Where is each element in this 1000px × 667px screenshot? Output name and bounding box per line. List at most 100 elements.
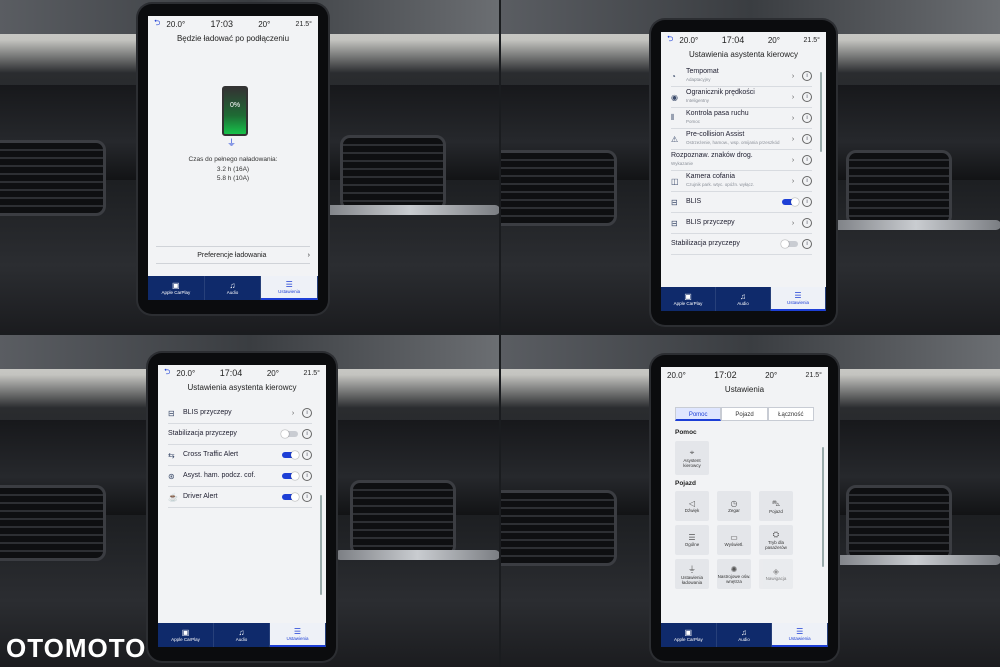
setting-row-rear-camera[interactable]: ◫ Kamera cofania Czujnik park. wtyc. opóźn… bbox=[671, 171, 812, 192]
scrollbar[interactable] bbox=[822, 447, 824, 567]
setting-row-cruise[interactable]: ◔ Tempomat Adaptacyjny › i bbox=[671, 66, 812, 87]
row-label: Stabilizacja przyczepy bbox=[168, 430, 237, 437]
tile-general[interactable]: ☰ Ogólne bbox=[675, 525, 709, 555]
tab-help[interactable]: Pomoc bbox=[675, 407, 722, 421]
cross-traffic-toggle[interactable] bbox=[282, 451, 299, 459]
sliders-icon: ☰ bbox=[688, 533, 696, 542]
reverse-brake-toggle[interactable] bbox=[282, 472, 299, 480]
driver-alert-toggle[interactable] bbox=[282, 493, 299, 501]
info-icon[interactable]: i bbox=[302, 450, 312, 460]
back-icon[interactable]: ⮌ bbox=[154, 17, 160, 31]
air-vent bbox=[0, 140, 106, 216]
tile-valet-mode[interactable]: ⛭ Tryb dla pasażerów bbox=[759, 525, 793, 555]
tile-display[interactable]: ▭ Wyświetl. bbox=[717, 525, 751, 555]
screen-display: ⮌ 20.0° 17:04 20° 21.5° Ustawienia asyst… bbox=[158, 365, 326, 647]
trailer-stability-toggle[interactable] bbox=[781, 240, 798, 248]
nav-settings[interactable]: ☰ Ustawienia bbox=[270, 623, 326, 647]
info-icon[interactable]: i bbox=[302, 492, 312, 502]
carplay-icon: ▣ bbox=[172, 281, 180, 290]
temp-mid[interactable]: 20° bbox=[768, 36, 780, 45]
nav-settings[interactable]: ☰ Ustawienia bbox=[771, 287, 826, 311]
temp-mid[interactable]: 20° bbox=[765, 371, 777, 380]
air-vent bbox=[340, 135, 446, 211]
info-icon[interactable]: i bbox=[802, 218, 812, 228]
screen-display: ⮌ 20.0° 17:03 20° 21.5° Będzie ładować p… bbox=[148, 16, 318, 300]
temp-left[interactable]: 20.0° bbox=[166, 20, 185, 29]
scrollbar[interactable] bbox=[820, 72, 822, 152]
charge-time-10a: 5.8 h (10A) bbox=[216, 175, 250, 182]
info-icon[interactable]: i bbox=[802, 92, 812, 102]
info-icon[interactable]: i bbox=[802, 113, 812, 123]
photo-panel-settings: 20.0° 17:02 20° 21.5° Ustawienia Pomoc P… bbox=[501, 335, 1000, 667]
clock: 17:04 bbox=[721, 35, 745, 45]
info-icon[interactable]: i bbox=[802, 176, 812, 186]
status-bar: ⮌ 20.0° 17:04 20° 21.5° bbox=[158, 365, 326, 381]
tile-clock[interactable]: ◷ Zegar bbox=[717, 491, 751, 521]
info-icon[interactable]: i bbox=[302, 408, 312, 418]
touchscreen: ⮌ 20.0° 17:04 20° 21.5° Ustawienia asyst… bbox=[651, 20, 836, 325]
air-vent bbox=[501, 150, 617, 226]
nav-label: Audio bbox=[738, 637, 750, 642]
nav-apple-carplay[interactable]: ▣ Apple CarPlay bbox=[158, 623, 214, 647]
tile-driver-assist[interactable]: ⌖ Asystent kierowcy bbox=[675, 441, 709, 475]
photo-panel-charging: ⮌ 20.0° 17:03 20° 21.5° Będzie ładować p… bbox=[0, 0, 499, 332]
info-icon[interactable]: i bbox=[802, 197, 812, 207]
nav-apple-carplay[interactable]: ▣ Apple CarPlay bbox=[148, 276, 205, 300]
setting-row-sign-recognition[interactable]: Rozpoznaw. znaków drog. Wykazanie › i bbox=[671, 150, 812, 171]
nav-audio[interactable]: ♫ Audio bbox=[205, 276, 262, 300]
charging-preferences-label: Preferencje ładowania bbox=[197, 251, 267, 259]
setting-row-trailer-stability[interactable]: Stabilizacja przyczepy i bbox=[168, 424, 312, 445]
row-label: Driver Alert bbox=[183, 493, 218, 500]
tile-navigation[interactable]: ◈ Nawigacja bbox=[759, 559, 793, 589]
row-sublabel: Inteligentny bbox=[686, 98, 710, 103]
temp-mid[interactable]: 20° bbox=[258, 20, 270, 29]
tile-sound[interactable]: ◁ Dźwięk bbox=[675, 491, 709, 521]
setting-row-lane-keeping[interactable]: ⫴ Kontrola pasa ruchu Pomoc › i bbox=[671, 108, 812, 129]
tab-vehicle[interactable]: Pojazd bbox=[721, 407, 768, 421]
setting-row-blis[interactable]: ⊟ BLIS i bbox=[671, 192, 812, 213]
status-bar: ⮌ 20.0° 17:04 20° 21.5° bbox=[661, 32, 826, 48]
carplay-icon: ▣ bbox=[684, 292, 692, 301]
blis-toggle[interactable] bbox=[782, 198, 799, 206]
tab-connectivity[interactable]: Łączność bbox=[767, 407, 814, 421]
nav-audio[interactable]: ♫ Audio bbox=[717, 623, 773, 647]
nav-audio[interactable]: ♫ Audio bbox=[214, 623, 270, 647]
info-icon[interactable]: i bbox=[802, 155, 812, 165]
scrollbar[interactable] bbox=[320, 495, 322, 595]
setting-row-trailer-blis[interactable]: ⊟ BLIS przyczepy › i bbox=[671, 213, 812, 234]
nav-audio[interactable]: ♫ Audio bbox=[716, 287, 771, 311]
nav-settings[interactable]: ☰ Ustawienia bbox=[772, 623, 828, 647]
setting-row-speed-limiter[interactable]: ◉ Ogranicznik prędkości Inteligentny › i bbox=[671, 87, 812, 108]
chevron-right-icon: › bbox=[307, 251, 310, 259]
nav-settings[interactable]: ☰ Ustawienia bbox=[261, 276, 318, 300]
temp-left[interactable]: 20.0° bbox=[176, 369, 195, 378]
temp-mid[interactable]: 20° bbox=[267, 369, 279, 378]
info-icon[interactable]: i bbox=[802, 239, 812, 249]
battery-icon: 0% bbox=[222, 86, 248, 136]
temp-left[interactable]: 20.0° bbox=[679, 36, 698, 45]
nav-apple-carplay[interactable]: ▣ Apple CarPlay bbox=[661, 287, 716, 311]
info-icon[interactable]: i bbox=[302, 429, 312, 439]
trailer-stability-toggle[interactable] bbox=[281, 430, 298, 438]
temp-left[interactable]: 20.0° bbox=[667, 371, 686, 380]
nav-apple-carplay[interactable]: ▣ Apple CarPlay bbox=[661, 623, 717, 647]
chevron-right-icon: › bbox=[791, 114, 795, 122]
tile-ambient-lighting[interactable]: ✺ Nastrojowe ośw. wnętrza bbox=[717, 559, 751, 589]
tile-vehicle[interactable]: ⛍ Pojazd bbox=[759, 491, 793, 521]
air-vent bbox=[501, 490, 617, 566]
setting-row-cross-traffic[interactable]: ⇆ Cross Traffic Alert i bbox=[168, 445, 312, 466]
setting-row-trailer-stability[interactable]: Stabilizacja przyczepy i bbox=[671, 234, 812, 255]
tile-charge-settings[interactable]: ⏚ Ustawienia ładowania bbox=[675, 559, 709, 589]
info-icon[interactable]: i bbox=[802, 134, 812, 144]
music-icon: ♫ bbox=[740, 292, 746, 301]
plug-icon: ⏚ bbox=[688, 564, 696, 574]
setting-row-driver-alert[interactable]: ☕ Driver Alert i bbox=[168, 487, 312, 508]
back-icon[interactable]: ⮌ bbox=[164, 366, 170, 380]
setting-row-pre-collision[interactable]: ⚠ Pre-collision Assist Ostrzeżenie, hamow.… bbox=[671, 129, 812, 150]
info-icon[interactable]: i bbox=[302, 471, 312, 481]
charging-preferences-button[interactable]: Preferencje ładowania › bbox=[156, 246, 310, 264]
info-icon[interactable]: i bbox=[802, 71, 812, 81]
setting-row-trailer-blis[interactable]: ⊟ BLIS przyczepy › i bbox=[168, 403, 312, 424]
back-icon[interactable]: ⮌ bbox=[667, 33, 673, 47]
setting-row-reverse-brake-assist[interactable]: ⊛ Asyst. ham. podcz. cof. i bbox=[168, 466, 312, 487]
